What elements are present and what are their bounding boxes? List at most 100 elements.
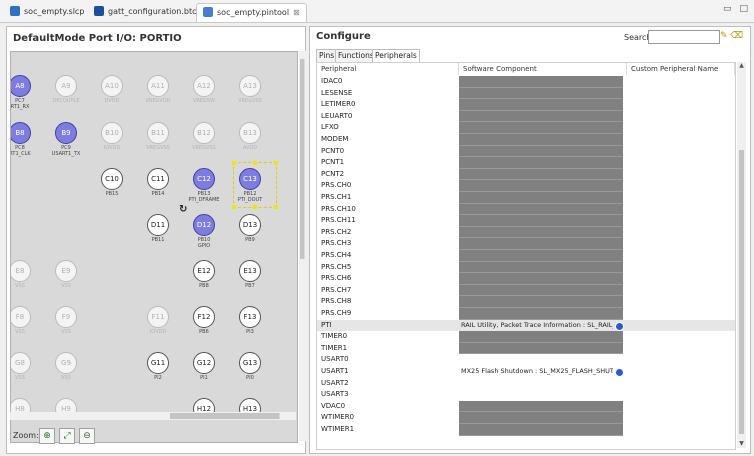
pin-g8[interactable]: G8 xyxy=(11,352,31,374)
table-row[interactable]: PRS.CH4 xyxy=(317,250,735,262)
pin-b10[interactable]: B10 xyxy=(101,122,123,144)
software-component-cell[interactable] xyxy=(459,389,623,401)
tab-peripherals[interactable]: Peripherals xyxy=(372,49,420,62)
close-icon[interactable]: ⊠ xyxy=(293,8,300,17)
pin-f8[interactable]: F8 xyxy=(11,306,31,328)
table-row[interactable]: USART1 MX25 Flash Shutdown : SL_MX25_FLAS… xyxy=(317,366,735,378)
software-component-cell[interactable] xyxy=(459,284,623,297)
column-header[interactable]: Peripheral xyxy=(317,63,459,75)
filter-icon[interactable]: ✎ xyxy=(720,31,728,41)
table-row[interactable]: MODEM xyxy=(317,134,735,146)
pin-g9[interactable]: G9 xyxy=(55,352,77,374)
pin-f11[interactable]: F11 xyxy=(147,306,169,328)
column-header[interactable]: Custom Peripheral Name xyxy=(627,63,735,75)
software-component-cell[interactable] xyxy=(459,342,623,355)
pin-e8[interactable]: E8 xyxy=(11,260,31,282)
pin-c10[interactable]: C10 xyxy=(101,168,123,190)
software-component-cell[interactable] xyxy=(459,424,623,436)
pin-f9[interactable]: F9 xyxy=(55,306,77,328)
pin-d12[interactable]: D12 xyxy=(193,214,215,236)
table-row[interactable]: PCNT2 xyxy=(317,168,735,181)
table-row[interactable]: PRS.CH6 xyxy=(317,273,735,285)
software-component-cell[interactable] xyxy=(459,134,623,146)
tab-soc-empty-pintool[interactable]: soc_empty.pintool ⊠ xyxy=(196,3,307,22)
software-component-cell[interactable] xyxy=(459,261,623,274)
table-row[interactable]: PRS.CH1 xyxy=(317,192,735,204)
software-component-cell[interactable] xyxy=(459,215,623,227)
software-component-cell[interactable]: RAIL Utility, Packet Trace Information :… xyxy=(459,320,623,332)
table-row[interactable]: TIMER0 xyxy=(317,331,735,343)
table-row[interactable]: TIMER1 xyxy=(317,342,735,355)
pin-c12[interactable]: C12 xyxy=(193,168,215,190)
software-component-cell[interactable] xyxy=(459,354,623,366)
pin-a11[interactable]: A11 xyxy=(147,75,169,97)
pin-b11[interactable]: B11 xyxy=(147,122,169,144)
navigate-icon[interactable] xyxy=(615,321,624,331)
table-row[interactable]: PRS.CH5 xyxy=(317,261,735,274)
software-component-cell[interactable] xyxy=(459,76,623,88)
table-row[interactable]: PRS.CH9 xyxy=(317,308,735,320)
software-component-cell[interactable] xyxy=(459,250,623,262)
table-row[interactable]: LETIMER0 xyxy=(317,99,735,111)
minimize-icon[interactable]: ▭ xyxy=(723,4,732,14)
table-row[interactable]: PRS.CH10 xyxy=(317,203,735,216)
table-row[interactable]: WTIMER0 xyxy=(317,412,735,424)
software-component-cell[interactable] xyxy=(459,99,623,111)
table-row[interactable]: LESENSE xyxy=(317,87,735,100)
software-component-cell[interactable] xyxy=(459,378,623,390)
pin-f13[interactable]: F13 xyxy=(239,306,261,328)
vertical-scrollbar[interactable] xyxy=(299,51,306,441)
column-header[interactable]: Software Component xyxy=(459,63,627,75)
pin-b8[interactable]: B8 xyxy=(11,122,31,144)
software-component-cell[interactable] xyxy=(459,157,623,169)
software-component-cell[interactable] xyxy=(459,203,623,216)
software-component-cell[interactable] xyxy=(459,296,623,308)
software-component-cell[interactable] xyxy=(459,412,623,424)
software-component-cell[interactable] xyxy=(459,110,623,123)
table-row[interactable]: PRS.CH11 xyxy=(317,215,735,227)
pin-g12[interactable]: G12 xyxy=(193,352,215,374)
software-component-cell[interactable] xyxy=(459,192,623,204)
tab-pins[interactable]: Pins xyxy=(316,49,338,62)
zoom-out-icon[interactable]: ⊖ xyxy=(79,428,95,444)
pin-c11[interactable]: C11 xyxy=(147,168,169,190)
table-row[interactable]: PRS.CH7 xyxy=(317,284,735,297)
table-row[interactable]: LFXO xyxy=(317,122,735,134)
table-row[interactable]: USART3 xyxy=(317,389,735,401)
table-row[interactable]: VDAC0 xyxy=(317,400,735,413)
pin-e12[interactable]: E12 xyxy=(193,260,215,282)
table-row[interactable]: PRS.CH8 xyxy=(317,296,735,308)
table-row[interactable]: USART0 xyxy=(317,354,735,366)
pin-f12[interactable]: F12 xyxy=(193,306,215,328)
tab-functions[interactable]: Functions xyxy=(335,49,377,62)
horizontal-scrollbar[interactable] xyxy=(10,412,296,420)
pin-b13[interactable]: B13 xyxy=(239,122,261,144)
clear-icon[interactable]: ⌫ xyxy=(730,31,743,41)
pin-g11[interactable]: G11 xyxy=(147,352,169,374)
table-row[interactable]: PRS.CH0 xyxy=(317,180,735,192)
software-component-cell[interactable] xyxy=(459,87,623,100)
search-input[interactable] xyxy=(648,30,720,44)
table-row[interactable]: PCNT0 xyxy=(317,145,735,158)
software-component-cell[interactable] xyxy=(459,273,623,285)
table-row[interactable]: USART2 xyxy=(317,378,735,390)
zoom-in-icon[interactable]: ⊕ xyxy=(39,428,55,444)
tab-soc-empty-slcp[interactable]: soc_empty.slcp xyxy=(4,3,90,21)
table-row[interactable]: PCNT1 xyxy=(317,157,735,169)
software-component-cell[interactable] xyxy=(459,122,623,134)
pin-b12[interactable]: B12 xyxy=(193,122,215,144)
pin-a12[interactable]: A12 xyxy=(193,75,215,97)
table-scrollbar[interactable]: ▲ ▼ xyxy=(737,62,746,448)
software-component-cell[interactable] xyxy=(459,145,623,158)
software-component-cell[interactable] xyxy=(459,226,623,239)
software-component-cell[interactable] xyxy=(459,400,623,413)
pin-d11[interactable]: D11 xyxy=(147,214,169,236)
software-component-cell[interactable] xyxy=(459,308,623,320)
software-component-cell[interactable]: MX25 Flash Shutdown : SL_MX25_FLASH_SHUT… xyxy=(459,366,623,378)
pin-grid[interactable]: A8 PC7 RT1_RX A9 DECOUPLE A10 DVDD A11 VREGVDD A1… xyxy=(10,51,298,443)
table-row[interactable]: PRS.CH2 xyxy=(317,226,735,239)
table-row[interactable]: IDAC0 xyxy=(317,76,735,88)
table-row[interactable]: PTI RAIL Utility, Packet Trace Informatio… xyxy=(317,319,735,332)
software-component-cell[interactable] xyxy=(459,180,623,192)
pin-a13[interactable]: A13 xyxy=(239,75,261,97)
